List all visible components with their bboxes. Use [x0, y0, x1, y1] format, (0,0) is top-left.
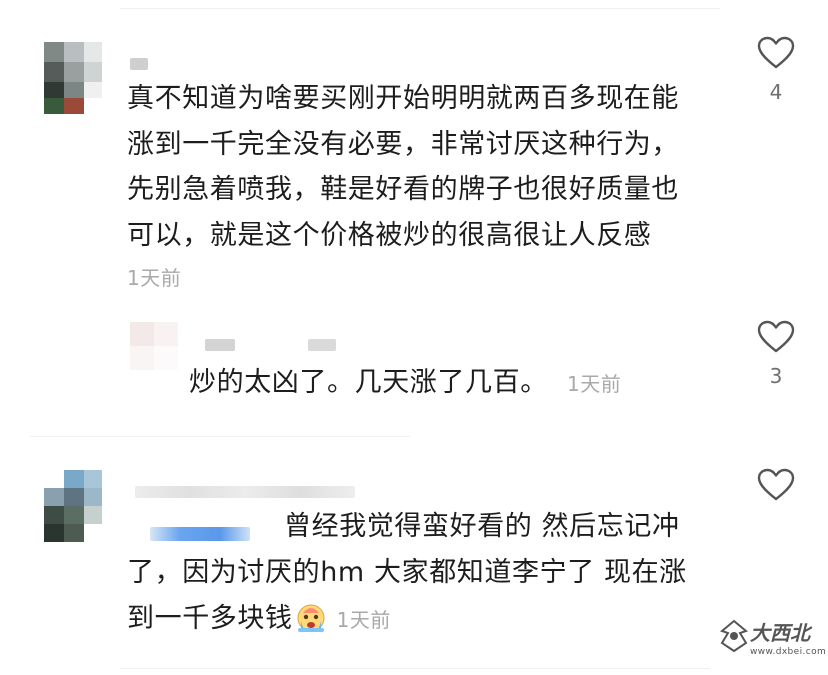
username-blurred[interactable] [135, 486, 355, 498]
bottom-divider [120, 668, 710, 669]
reply-text: 炒的太凶了。几天涨了几百。 1天前 [189, 360, 621, 408]
comment-line: 涨到一千完全没有必要，非常讨厌这种行为， [127, 128, 679, 160]
avatar[interactable] [44, 470, 102, 542]
watermark: 大西北 www.dxbei.com [720, 613, 826, 667]
reply-body: 炒的太凶了。几天涨了几百。 [189, 367, 548, 398]
username-blurred[interactable] [205, 339, 235, 351]
like-count: 3 [769, 364, 783, 388]
comment-line: 先别急着喷我，鞋是好看的牌子也很好质量也 [127, 174, 679, 205]
timestamp: 1天前 [336, 608, 391, 632]
comment-line: 真不知道为啥要买刚开始明明就两百多现在能 [127, 83, 679, 114]
avatar[interactable] [130, 322, 178, 370]
avatar[interactable] [44, 42, 102, 114]
username-blurred[interactable] [150, 527, 250, 541]
comment-list: 真不知道为啥要买刚开始明明就两百多现在能 涨到一千完全没有必要，非常讨厌这种行为… [0, 0, 828, 675]
top-divider [120, 8, 720, 9]
watermark-url: www.dxbei.com [750, 647, 827, 657]
comment-line: 可以，就是这个价格被炒的很高很让人反感 [127, 219, 652, 251]
comment-line: 到一千多块钱 [127, 603, 293, 634]
heart-outline-icon[interactable] [757, 36, 795, 70]
section-divider [30, 436, 410, 437]
heart-outline-icon[interactable] [757, 468, 795, 502]
comment-line: 曾经我觉得蛮好看的 然后忘记冲 [284, 511, 680, 542]
username-blurred[interactable] [130, 58, 148, 70]
timestamp: 1天前 [127, 266, 182, 290]
watermark-text: 大西北 [750, 621, 810, 645]
crying-face-emoji [297, 604, 325, 632]
heart-outline-icon[interactable] [757, 320, 795, 354]
comment-line: 了，因为讨厌的hm 大家都知道李宁了 现在涨 [127, 557, 687, 588]
watermark-logo-icon [720, 619, 748, 653]
comment-line-with-meta: 到一千多块钱 1天前 [127, 596, 391, 644]
comment-text: 真不知道为啥要买刚开始明明就两百多现在能 涨到一千完全没有必要，非常讨厌这种行为… [127, 76, 679, 258]
timestamp: 1天前 [567, 372, 622, 396]
like-count: 4 [769, 80, 783, 104]
username-blurred[interactable] [308, 339, 336, 351]
